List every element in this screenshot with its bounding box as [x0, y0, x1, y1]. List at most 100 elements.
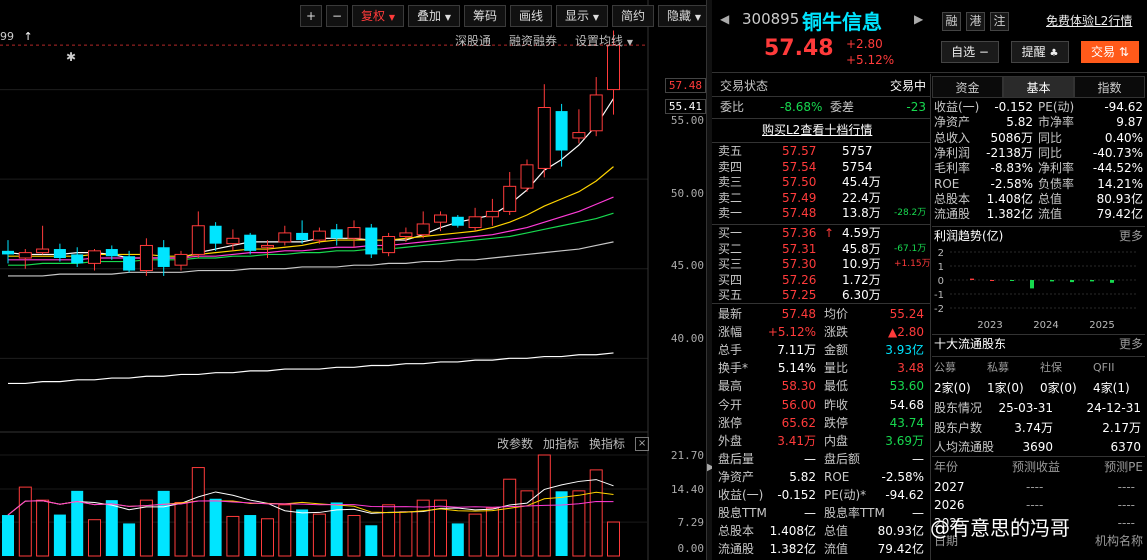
adjust-button[interactable]: 复权 ▼: [352, 5, 404, 27]
ask-row[interactable]: 卖四 57.54 5754: [718, 160, 928, 175]
candle-body: [244, 234, 257, 251]
profit-year-label: 2024: [1033, 320, 1058, 331]
kline-chart[interactable]: [0, 0, 650, 560]
volume-tick: 0.00: [677, 542, 705, 555]
holder-stat-value: 6370: [1110, 440, 1141, 454]
price-tick: 50.00: [670, 187, 704, 200]
adjust-label: 复权: [361, 9, 386, 23]
watchlist-button[interactable]: 自选 −: [941, 41, 999, 63]
zoom-out-button[interactable]: −: [326, 5, 348, 27]
stat-label: 股息TTM: [718, 506, 767, 521]
volume-bar: [174, 501, 188, 557]
fin-row: 流通股 1.382亿 流值 79.42亿: [934, 207, 1143, 222]
fin-label: 净资产: [934, 115, 971, 130]
ask-price: 57.57: [782, 144, 817, 158]
trade-status-value: 交易中: [889, 79, 926, 93]
zoom-in-button[interactable]: +: [300, 5, 322, 27]
stat-row: 收益(一) -0.152 PE(动)* -94.62: [718, 486, 928, 504]
volume-bar: [71, 490, 84, 556]
profit-bar: [1070, 280, 1074, 283]
volume-bar: [139, 499, 153, 557]
holder-count: 0家(0): [1040, 381, 1077, 395]
switch-indicator-button[interactable]: 换指标: [589, 435, 625, 452]
volume-bar: [399, 511, 413, 557]
l2-trial-link[interactable]: 免费体验L2行情: [1046, 12, 1132, 29]
next-stock-icon[interactable]: ▶: [914, 12, 923, 26]
fin-label: ROE: [934, 176, 960, 191]
forecast-pe: ----: [1117, 480, 1135, 494]
candle-body: [468, 216, 482, 229]
hk-connect-link[interactable]: 深股通: [455, 32, 491, 49]
holders-more-link[interactable]: 更多: [1119, 335, 1143, 353]
ask-row[interactable]: 卖三 57.50 45.4万: [718, 175, 928, 190]
edit-params-button[interactable]: 改参数: [497, 435, 533, 452]
ma-settings-link[interactable]: 设置均线 ▼: [575, 32, 633, 49]
stat-value: 56.00: [781, 397, 816, 412]
candle-body: [330, 229, 343, 239]
stat-value: 55.24: [889, 307, 924, 321]
stat-value: +5.12%: [767, 325, 816, 340]
ask-volume: 13.8万: [842, 206, 881, 220]
profit-trend-title: 利润趋势(亿): [934, 229, 1004, 243]
trade-status-row: 交易状态 交易中: [720, 77, 926, 95]
stat-label: 涨幅: [718, 325, 743, 340]
ask-row[interactable]: 卖五 57.57 5757: [718, 144, 928, 159]
ask-row[interactable]: 卖一 57.48 13.8万 -28.2万: [718, 206, 928, 221]
kline-chart-area[interactable]: 99 ↑ ✱ + − 复权 ▼ 叠加 ▼ 筹码 画线 显示 ▼ 简约 隐藏 ▼ …: [0, 0, 741, 560]
volume-bar: [503, 478, 517, 557]
bid-row[interactable]: 买四 57.26 1.72万: [718, 273, 928, 288]
bid-row[interactable]: 买三 57.30 10.9万 +1.15万: [718, 257, 931, 272]
close-icon[interactable]: ×: [635, 436, 650, 451]
bid-row[interactable]: 买二 57.31 45.8万 -67.1万: [718, 242, 928, 257]
profit-bar: [1110, 280, 1114, 283]
tab-funds[interactable]: 资金: [932, 76, 1003, 98]
chips-button[interactable]: 筹码: [464, 5, 507, 27]
tab-basics[interactable]: 基本: [1003, 76, 1074, 98]
bid-volume: 10.9万: [842, 257, 881, 271]
holder-stat-label: 人均流通股: [934, 440, 995, 454]
stat-value: 3.69万: [885, 433, 924, 448]
candle-body: [382, 236, 396, 254]
price-axis: 57.48 55.41 55.00 50.00 45.00 40.00 21.7…: [648, 0, 712, 560]
alert-button[interactable]: 提醒 ♣: [1011, 41, 1069, 63]
candle-body: [123, 256, 136, 271]
ask-row[interactable]: 卖二 57.49 22.4万: [718, 191, 928, 206]
bid-row[interactable]: 买一 57.36 ↑ 4.59万: [718, 226, 928, 241]
stat-value: —: [912, 451, 924, 466]
ask-label: 卖二: [718, 190, 743, 205]
volume-bar: [36, 499, 50, 557]
draw-line-button[interactable]: 画线: [510, 5, 553, 27]
stat-value: 53.60: [889, 379, 924, 394]
registration-badge[interactable]: 注: [990, 12, 1009, 31]
volume-tick: 7.29: [677, 516, 705, 529]
trade-button[interactable]: 交易 ⇅: [1081, 41, 1139, 63]
bid-label: 买二: [718, 241, 743, 256]
margin-link[interactable]: 融资融券: [509, 32, 557, 49]
stat-row: 股息TTM — 股息率TTM —: [718, 504, 928, 522]
overlay-button[interactable]: 叠加 ▼: [408, 5, 460, 27]
volume-bar: [157, 490, 170, 556]
candle-body: [416, 223, 430, 236]
volume-bar: [18, 486, 32, 557]
stat-label: 均价: [824, 307, 849, 321]
stat-label: 最高: [718, 379, 743, 394]
holder-count: 2家(0): [934, 381, 971, 395]
fundamentals-pane: 资金 基本 指数 收益(一) -0.152 PE(动) -94.62 净资产 5.82 市净…: [932, 76, 1147, 560]
margin-badge[interactable]: 融: [942, 12, 961, 31]
ask-price: 57.48: [782, 206, 817, 220]
candle-body: [191, 225, 205, 255]
display-button[interactable]: 显示 ▼: [556, 5, 609, 27]
buy-l2-link[interactable]: 购买L2查看十档行情: [762, 121, 872, 139]
add-indicator-button[interactable]: 加指标: [543, 435, 579, 452]
stat-value: 79.42亿: [877, 542, 924, 557]
profit-trend-more-link[interactable]: 更多: [1119, 227, 1143, 245]
stat-label: 今开: [718, 397, 743, 412]
bid-label: 买四: [718, 272, 743, 287]
stat-label: 外盘: [718, 433, 743, 448]
bid-row[interactable]: 买五 57.25 6.30万: [718, 288, 928, 303]
fin-label: 负债率: [1038, 176, 1075, 191]
prev-stock-icon[interactable]: ◀: [720, 12, 729, 26]
hk-badge[interactable]: 港: [966, 12, 985, 31]
profit-ytick: -1: [934, 290, 944, 301]
tab-index[interactable]: 指数: [1074, 76, 1145, 98]
